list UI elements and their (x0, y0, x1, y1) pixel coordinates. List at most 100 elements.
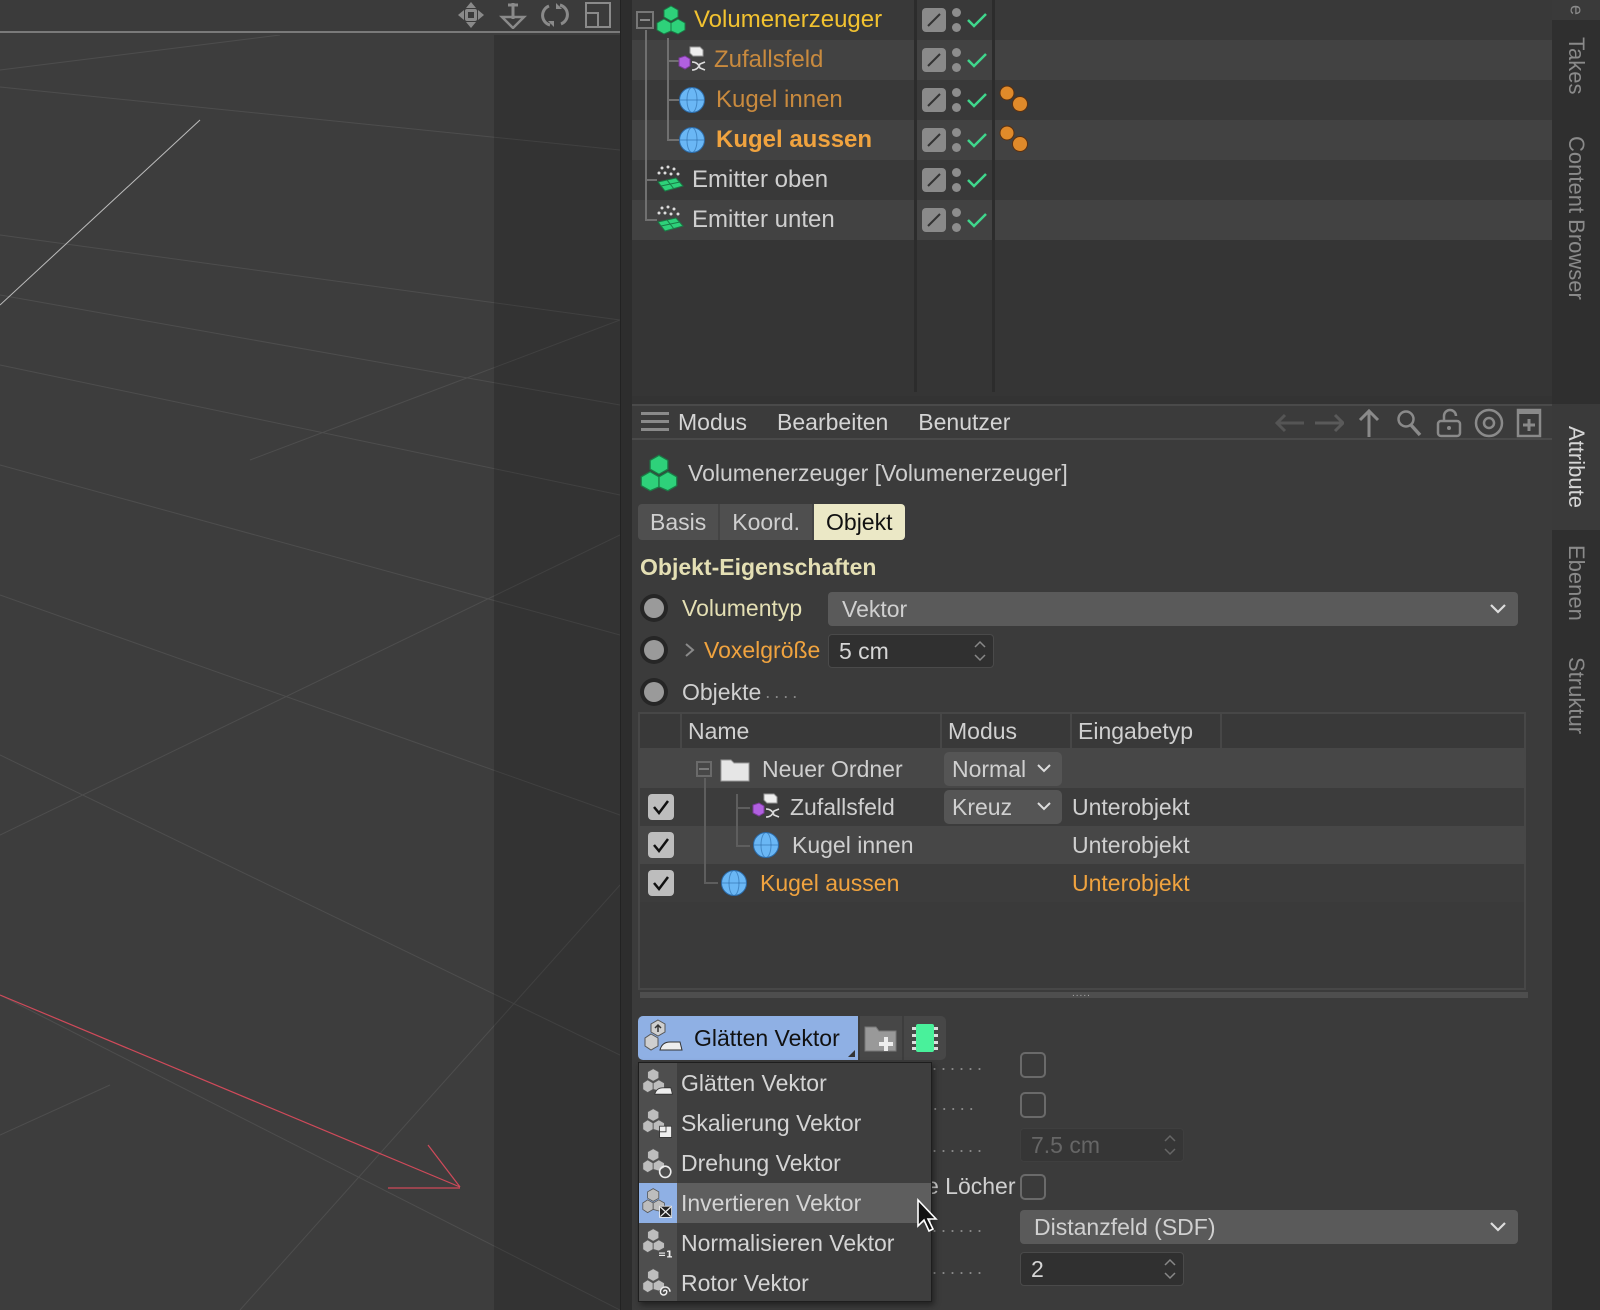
render-visibility-dots[interactable] (952, 88, 961, 112)
object-name[interactable]: Emitter unten (692, 206, 835, 234)
menu-item-invertieren-vektor[interactable]: Invertieren Vektor (639, 1183, 931, 1223)
rotate-view-icon[interactable] (540, 0, 570, 30)
column-separator[interactable] (992, 0, 995, 392)
enabled-check-icon[interactable] (967, 52, 987, 68)
tab-basis[interactable]: Basis (638, 504, 721, 540)
table-row[interactable]: Kugel innen Unterobjekt (640, 826, 1524, 864)
new-manager-icon[interactable] (1514, 408, 1544, 438)
dropdown-value: Normal (952, 755, 1027, 782)
forward-arrow-icon[interactable] (1314, 408, 1344, 438)
target-icon[interactable] (1474, 408, 1504, 438)
render-visibility-dots[interactable] (952, 128, 961, 152)
editor-visibility-icon[interactable] (922, 168, 946, 192)
field-type-dropdown[interactable]: Distanzfeld (SDF) (1020, 1210, 1518, 1244)
back-arrow-icon[interactable] (1274, 408, 1304, 438)
render-visibility-dots[interactable] (952, 8, 961, 32)
panel-divider[interactable] (620, 0, 632, 1310)
hamburger-menu-icon[interactable] (632, 411, 678, 433)
chevron-right-icon[interactable] (680, 640, 700, 660)
spinner-arrows-icon[interactable] (1163, 1256, 1177, 1282)
table-resize-handle[interactable]: ..... (640, 988, 1528, 999)
modus-dropdown[interactable]: Normal (944, 752, 1062, 786)
property-checkbox[interactable] (1020, 1092, 1046, 1118)
render-visibility-dots[interactable] (952, 168, 961, 192)
menu-item-glaetten-vektor[interactable]: Glätten Vektor (639, 1063, 931, 1103)
property-checkbox[interactable] (1020, 1174, 1046, 1200)
column-header-eingabetyp[interactable]: Eingabetyp (1070, 714, 1220, 748)
tab-koord[interactable]: Koord. (720, 504, 815, 540)
add-layer-dropdown-button[interactable]: Glätten Vektor (638, 1016, 858, 1060)
tab-objekt[interactable]: Objekt (814, 504, 905, 540)
menu-item-normalisieren-vektor[interactable]: =1 Normalisieren Vektor (639, 1223, 931, 1263)
menu-item-skalierung-vektor[interactable]: Skalierung Vektor (639, 1103, 931, 1143)
zoom-view-icon[interactable] (498, 0, 528, 30)
move-view-icon[interactable] (456, 0, 486, 30)
chevron-down-icon (1037, 802, 1051, 811)
editor-visibility-icon[interactable] (922, 128, 946, 152)
animation-keyframe-toggle[interactable] (640, 636, 668, 664)
editor-visibility-icon[interactable] (922, 8, 946, 32)
column-separator[interactable] (914, 0, 917, 392)
enabled-check-icon[interactable] (967, 172, 987, 188)
row-enabled-checkbox[interactable] (648, 832, 674, 858)
viewport-shade (494, 35, 620, 1310)
side-tab-takes[interactable]: Takes (1552, 28, 1600, 104)
menu-benutzer[interactable]: Benutzer (918, 409, 1010, 436)
dynamics-tag-icon[interactable] (998, 84, 1030, 119)
row-enabled-checkbox[interactable] (648, 794, 674, 820)
volumentyp-dropdown[interactable]: Vektor (828, 592, 1518, 626)
collapse-toggle[interactable] (696, 761, 712, 777)
menu-modus[interactable]: Modus (678, 409, 747, 436)
menu-item-drehung-vektor[interactable]: Drehung Vektor (639, 1143, 931, 1183)
editor-visibility-icon[interactable] (922, 88, 946, 112)
dynamics-tag-icon[interactable] (998, 124, 1030, 159)
object-name[interactable]: Kugel innen (716, 86, 843, 114)
side-tab-ebenen[interactable]: Ebenen (1552, 538, 1600, 628)
layer-toolbar: Glätten Vektor (638, 1016, 946, 1060)
menu-bearbeiten[interactable]: Bearbeiten (777, 409, 888, 436)
add-filter-button[interactable] (901, 1016, 946, 1060)
render-visibility-dots[interactable] (952, 208, 961, 232)
3d-viewport[interactable] (0, 0, 620, 1310)
column-header-modus[interactable]: Modus (940, 714, 1070, 748)
object-name[interactable]: Volumenerzeuger (694, 6, 882, 34)
property-checkbox[interactable] (1020, 1052, 1046, 1078)
menu-item-rotor-vektor[interactable]: Rotor Vektor (639, 1263, 931, 1303)
object-name[interactable]: Emitter oben (692, 166, 828, 194)
enabled-check-icon[interactable] (967, 12, 987, 28)
prop-label-fragment: e Löcher (926, 1172, 1016, 1199)
smooth-vector-icon (644, 1019, 683, 1051)
search-icon[interactable] (1394, 408, 1424, 438)
row-enabled-checkbox[interactable] (648, 870, 674, 896)
animation-keyframe-toggle[interactable] (640, 678, 668, 706)
modus-dropdown[interactable]: Kreuz (944, 790, 1062, 824)
spinner-arrows-icon[interactable] (973, 638, 987, 664)
folder-add-icon (864, 1026, 897, 1052)
row-eingabetyp: Unterobjekt (1072, 794, 1190, 820)
table-row[interactable]: Neuer Ordner Normal (640, 750, 1524, 788)
editor-visibility-icon[interactable] (922, 48, 946, 72)
side-tab-struktur[interactable]: Struktur (1552, 648, 1600, 744)
animation-keyframe-toggle[interactable] (640, 594, 668, 622)
table-row[interactable]: Kugel aussen Unterobjekt (640, 864, 1524, 902)
lock-icon[interactable] (1434, 408, 1464, 438)
enabled-check-icon[interactable] (967, 92, 987, 108)
object-name[interactable]: Zufallsfeld (714, 46, 823, 74)
maximize-view-icon[interactable] (582, 0, 612, 30)
iterations-input[interactable]: 2 (1020, 1252, 1184, 1286)
prop-objekte: Objekte .... (640, 674, 801, 710)
collapse-toggle[interactable] (636, 11, 654, 29)
object-name[interactable]: Kugel aussen (716, 126, 872, 154)
add-folder-button[interactable] (857, 1016, 902, 1060)
side-tab-content-browser[interactable]: Content Browser (1552, 118, 1600, 318)
voxelgroesse-input[interactable]: 5 cm (828, 634, 994, 668)
table-row[interactable]: Zufallsfeld Kreuz Unterobjekt (640, 788, 1524, 826)
side-tab-attribute[interactable]: Attribute (1552, 404, 1600, 530)
up-arrow-icon[interactable] (1354, 408, 1384, 438)
column-header-name[interactable]: Name (680, 714, 940, 748)
render-visibility-dots[interactable] (952, 48, 961, 72)
enabled-check-icon[interactable] (967, 132, 987, 148)
enabled-check-icon[interactable] (967, 212, 987, 228)
editor-visibility-icon[interactable] (922, 208, 946, 232)
side-tab-partial[interactable]: e (1552, 0, 1600, 20)
